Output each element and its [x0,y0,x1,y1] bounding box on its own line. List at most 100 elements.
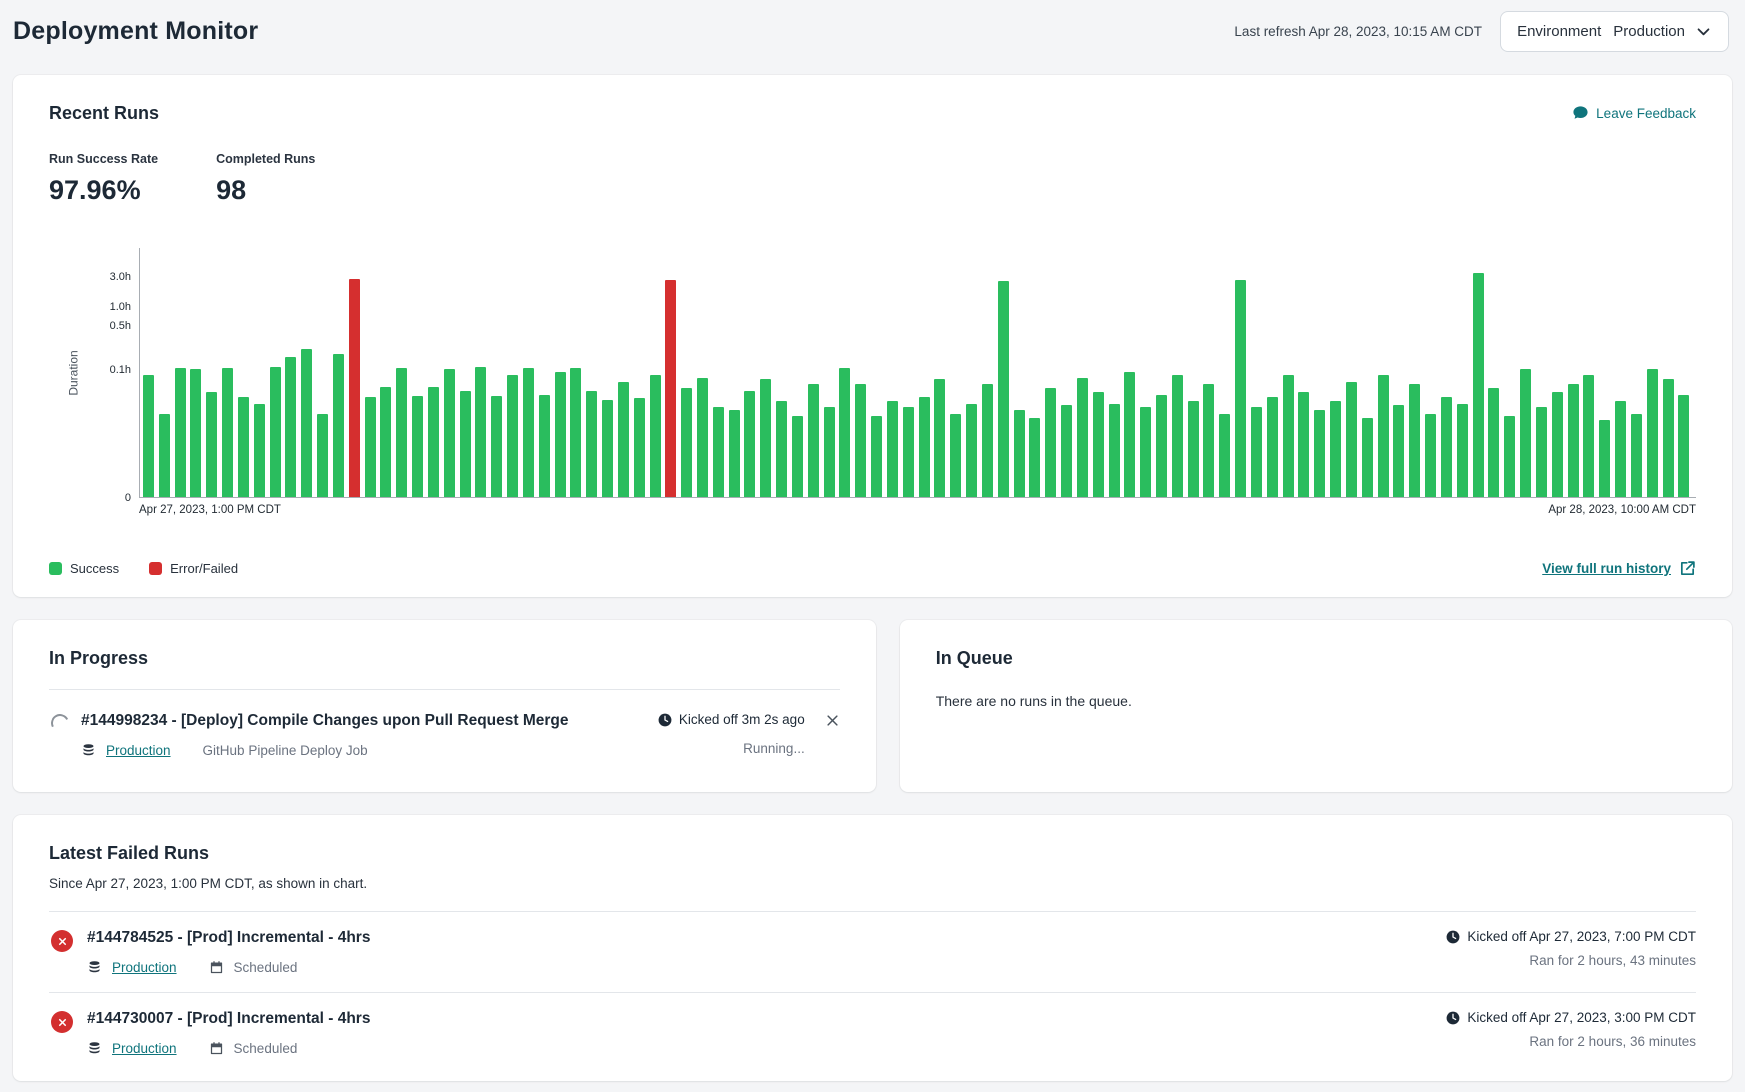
chart-bar-success[interactable] [824,407,835,497]
chart-bar-success[interactable] [1520,369,1531,497]
chart-bar-success[interactable] [1219,414,1230,497]
environment-link[interactable]: Production [106,743,171,758]
view-full-run-history-link[interactable]: View full run history [1542,560,1696,577]
chart-bar-success[interactable] [317,414,328,497]
chart-bar-success[interactable] [602,400,613,497]
chart-bar-success[interactable] [1298,392,1309,497]
chart-bar-success[interactable] [1457,404,1468,497]
chart-bar-success[interactable] [507,375,518,497]
chart-bar-success[interactable] [570,368,581,497]
chart-bar-success[interactable] [1093,392,1104,497]
chart-bar-success[interactable] [966,404,977,497]
chart-bar-success[interactable] [460,391,471,497]
chart-bar-success[interactable] [1393,405,1404,497]
chart-bar-success[interactable] [412,396,423,497]
chart-bar-success[interactable] [428,387,439,497]
chart-bar-success[interactable] [744,391,755,497]
chart-bar-success[interactable] [903,407,914,497]
chart-bar-success[interactable] [1188,401,1199,497]
chart-bar-success[interactable] [1124,372,1135,497]
environment-link[interactable]: Production [112,960,177,975]
chart-bar-success[interactable] [1267,397,1278,497]
chart-bar-success[interactable] [1362,418,1373,497]
chart-bar-success[interactable] [1014,410,1025,497]
chart-bar-success[interactable] [1678,395,1689,497]
chart-bar-success[interactable] [1647,369,1658,497]
chart-bar-success[interactable] [1552,392,1563,497]
chart-bar-success[interactable] [159,414,170,497]
chart-bar-success[interactable] [491,396,502,497]
chart-bar-success[interactable] [934,379,945,497]
chart-bar-success[interactable] [1441,397,1452,497]
chart-bar-success[interactable] [475,367,486,497]
chart-bar-success[interactable] [222,368,233,497]
chart-bar-success[interactable] [729,410,740,497]
chart-bar-success[interactable] [444,369,455,497]
chart-bar-success[interactable] [1615,401,1626,497]
chart-bar-success[interactable] [380,387,391,497]
chart-bar-success[interactable] [950,414,961,497]
chart-bar-success[interactable] [396,368,407,497]
chart-bar-success[interactable] [776,401,787,497]
environment-dropdown[interactable]: Environment Production [1500,11,1729,52]
chart-bar-success[interactable] [333,354,344,497]
chart-bar-success[interactable] [523,368,534,497]
chart-bar-success[interactable] [1568,384,1579,497]
chart-bar-success[interactable] [270,367,281,497]
chart-bar-success[interactable] [206,392,217,497]
chart-bar-success[interactable] [539,395,550,497]
chart-bar-success[interactable] [1504,416,1515,497]
chart-bar-success[interactable] [998,281,1009,497]
environment-link[interactable]: Production [112,1041,177,1056]
chart-bar-success[interactable] [871,416,882,497]
chart-bar-success[interactable] [1235,280,1246,497]
chart-bar-success[interactable] [175,368,186,497]
chart-bar-success[interactable] [1156,395,1167,497]
chart-bar-success[interactable] [618,382,629,497]
chart-bar-success[interactable] [1203,384,1214,497]
close-button[interactable] [825,713,840,728]
chart-bar-success[interactable] [634,398,645,497]
chart-bar-success[interactable] [1140,407,1151,497]
chart-bar-success[interactable] [586,391,597,497]
chart-bar-success[interactable] [1583,375,1594,497]
chart-bar-success[interactable] [254,404,265,497]
chart-bar-success[interactable] [1172,375,1183,497]
chart-bar-success[interactable] [1077,378,1088,497]
chart-bar-success[interactable] [1314,410,1325,497]
chart-bar-success[interactable] [760,379,771,497]
chart-bar-success[interactable] [301,349,312,497]
chart-bar-success[interactable] [190,369,201,497]
chart-bar-success[interactable] [808,384,819,497]
chart-bar-success[interactable] [1346,382,1357,497]
chart-bar-success[interactable] [285,357,296,497]
chart-bar-success[interactable] [1378,375,1389,497]
chart-bar-success[interactable] [855,384,866,497]
chart-bar-success[interactable] [1283,375,1294,497]
chart-bar-success[interactable] [1663,379,1674,497]
chart-bar-success[interactable] [1409,384,1420,497]
chart-bar-success[interactable] [143,375,154,497]
chart-bar-success[interactable] [982,384,993,497]
chart-bar-success[interactable] [1045,388,1056,497]
chart-bar-success[interactable] [365,397,376,497]
chart-bar-success[interactable] [238,397,249,497]
chart-bar-success[interactable] [1109,404,1120,497]
chart-bar-success[interactable] [919,397,930,497]
chart-bar-success[interactable] [792,416,803,497]
chart-bar-success[interactable] [1425,414,1436,497]
chart-bar-success[interactable] [1599,420,1610,497]
chart-bar-failed[interactable] [349,279,360,497]
chart-bar-success[interactable] [1029,418,1040,497]
chart-bar-success[interactable] [1488,388,1499,497]
chart-bar-success[interactable] [650,375,661,497]
chart-bar-success[interactable] [1061,405,1072,497]
chart-bar-success[interactable] [1330,401,1341,497]
leave-feedback-link[interactable]: Leave Feedback [1572,105,1696,122]
chart-bar-success[interactable] [1536,407,1547,497]
chart-bar-success[interactable] [713,407,724,497]
chart-bar-success[interactable] [555,372,566,497]
chart-bar-success[interactable] [887,401,898,497]
chart-bar-success[interactable] [681,388,692,497]
chart-bar-success[interactable] [1251,407,1262,497]
